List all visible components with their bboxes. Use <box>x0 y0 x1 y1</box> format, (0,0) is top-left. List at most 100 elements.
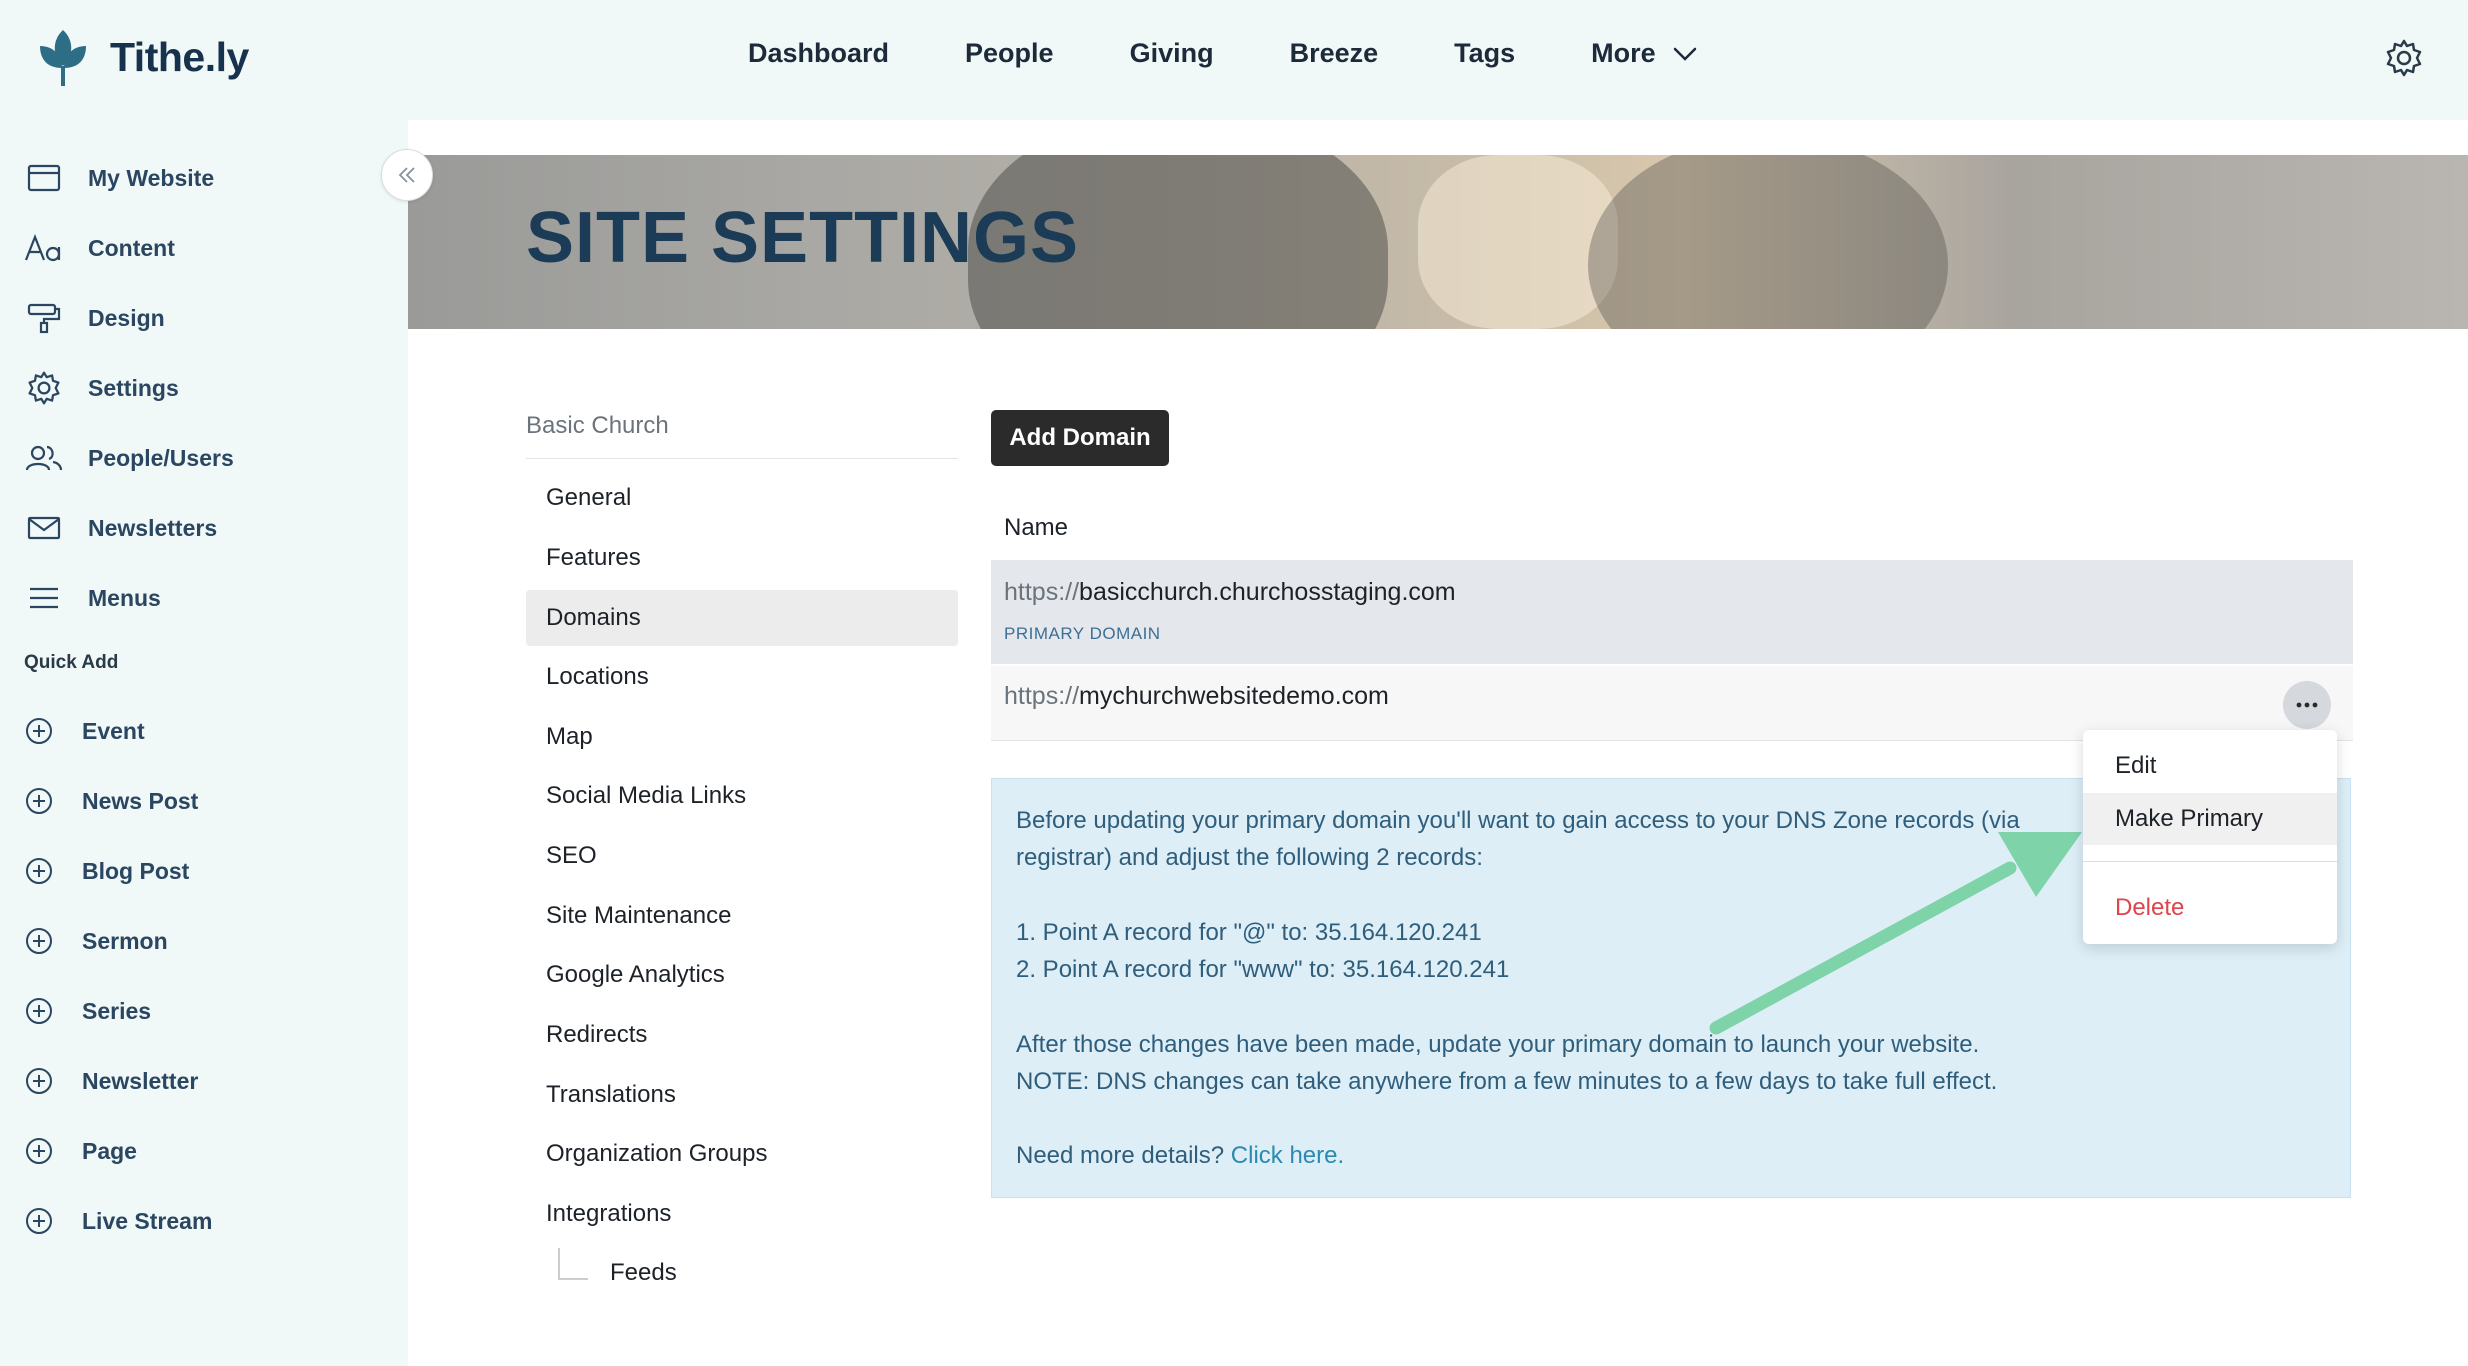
sidebar-item-label: Menus <box>88 584 161 611</box>
plus-circle-icon <box>26 718 52 744</box>
sidebar-item-design[interactable]: Design <box>24 300 165 336</box>
info-text: 1. Point A record for "@" to: 35.164.120… <box>1016 919 1482 946</box>
logo[interactable]: Tithe.ly <box>34 26 249 88</box>
chevron-down-icon <box>1673 47 1696 61</box>
settings-nav-seo[interactable]: SEO <box>526 828 958 884</box>
browser-window-icon <box>24 160 64 196</box>
plus-circle-icon <box>26 1068 52 1094</box>
quick-add-label: Blog Post <box>82 857 190 884</box>
click-here-link[interactable]: Click here. <box>1231 1142 1344 1169</box>
top-bar: Tithe.ly Dashboard People Giving Breeze … <box>0 0 2468 120</box>
sidebar-item-newsletters[interactable]: Newsletters <box>24 510 217 546</box>
menu-item-make-primary[interactable]: Make Primary <box>2083 793 2337 845</box>
settings-nav-map[interactable]: Map <box>526 709 958 765</box>
page-title: SITE SETTINGS <box>526 198 1080 278</box>
logo-text: Tithe.ly <box>110 33 249 80</box>
settings-nav-feeds[interactable]: Feeds <box>590 1245 910 1301</box>
collapse-sidebar-button[interactable] <box>381 149 433 201</box>
gear-icon[interactable] <box>2384 38 2424 78</box>
nav-tags[interactable]: Tags <box>1454 38 1515 69</box>
info-text: registrar) and adjust the following 2 re… <box>1016 844 1483 871</box>
quick-add-label: Live Stream <box>82 1207 213 1234</box>
info-text: Before updating your primary domain you'… <box>1016 807 2020 834</box>
sidebar-item-label: Content <box>88 234 175 261</box>
quick-add-news-post[interactable]: News Post <box>24 786 198 816</box>
domain-url: https://basicchurch.churchosstaging.com <box>1004 578 1456 606</box>
settings-nav-integrations[interactable]: Integrations <box>526 1186 958 1242</box>
quick-add-newsletter[interactable]: Newsletter <box>24 1066 198 1096</box>
sidebar: My Website Content Design Settings Peopl… <box>0 120 408 1366</box>
sidebar-item-my-website[interactable]: My Website <box>24 160 214 196</box>
settings-nav-translations[interactable]: Translations <box>526 1067 958 1123</box>
leaf-logo-icon <box>40 30 86 86</box>
settings-nav-social-media-links[interactable]: Social Media Links <box>526 768 958 824</box>
quick-add-heading: Quick Add <box>24 652 119 673</box>
quick-add-label: Newsletter <box>82 1067 199 1094</box>
add-domain-button[interactable]: Add Domain <box>991 410 1169 466</box>
sidebar-item-label: Settings <box>88 374 179 401</box>
text-aa-icon <box>24 230 64 266</box>
table-row[interactable]: https://basicchurch.churchosstaging.com … <box>991 560 2353 664</box>
gear-icon <box>24 370 64 406</box>
settings-nav-redirects[interactable]: Redirects <box>526 1007 958 1063</box>
more-dots-icon <box>2296 702 2318 708</box>
info-text: After those changes have been made, upda… <box>1016 1031 1980 1058</box>
row-actions-button[interactable] <box>2283 681 2331 729</box>
primary-domain-badge: PRIMARY DOMAIN <box>1004 624 1161 643</box>
sidebar-item-settings[interactable]: Settings <box>24 370 179 406</box>
nav-breeze[interactable]: Breeze <box>1290 38 1379 69</box>
hero-image-shape <box>1588 155 1948 329</box>
settings-nav-organization-groups[interactable]: Organization Groups <box>526 1126 958 1182</box>
hero-image-light <box>1418 155 1618 329</box>
nav-dashboard[interactable]: Dashboard <box>748 38 889 69</box>
sidebar-item-label: People/Users <box>88 444 234 471</box>
plus-circle-icon <box>26 1208 52 1234</box>
plus-circle-icon <box>26 998 52 1024</box>
menu-item-delete[interactable]: Delete <box>2083 882 2337 934</box>
settings-nav-site-maintenance[interactable]: Site Maintenance <box>526 888 958 944</box>
envelope-icon <box>24 510 64 546</box>
column-header-name: Name <box>1004 514 1069 541</box>
quick-add-blog-post[interactable]: Blog Post <box>24 856 189 886</box>
quick-add-label: Sermon <box>82 927 168 954</box>
nav-people[interactable]: People <box>965 38 1054 69</box>
info-more-details: Need more details? Click here. <box>1016 1142 1345 1169</box>
hamburger-icon <box>24 580 64 616</box>
nav-more[interactable]: More <box>1591 38 1698 69</box>
settings-nav-general[interactable]: General <box>526 470 958 526</box>
nav-more-label: More <box>1591 38 1656 68</box>
menu-item-edit[interactable]: Edit <box>2083 740 2337 792</box>
top-nav: Dashboard People Giving Breeze Tags More <box>748 38 1698 69</box>
settings-nav-domains[interactable]: Domains <box>526 590 958 646</box>
quick-add-label: Page <box>82 1137 137 1164</box>
settings-nav-locations[interactable]: Locations <box>526 649 958 705</box>
sidebar-item-content[interactable]: Content <box>24 230 175 266</box>
info-text: 2. Point A record for "www" to: 35.164.1… <box>1016 956 1510 983</box>
quick-add-series[interactable]: Series <box>24 996 151 1026</box>
quick-add-label: Series <box>82 997 152 1024</box>
nav-giving[interactable]: Giving <box>1130 38 1214 69</box>
sidebar-item-label: Newsletters <box>88 514 218 541</box>
double-chevron-left-icon <box>398 167 415 183</box>
info-text: NOTE: DNS changes can take anywhere from… <box>1016 1068 1998 1095</box>
row-actions-menu: Edit Make Primary Delete <box>2083 730 2337 944</box>
quick-add-label: Event <box>82 717 145 744</box>
sidebar-item-menus[interactable]: Menus <box>24 580 161 616</box>
settings-nav-google-analytics[interactable]: Google Analytics <box>526 947 958 1003</box>
settings-nav-header: Basic Church <box>526 412 958 459</box>
quick-add-label: News Post <box>82 787 199 814</box>
quick-add-event[interactable]: Event <box>24 716 145 746</box>
tree-branch-line <box>558 1248 588 1280</box>
plus-circle-icon <box>26 1138 52 1164</box>
quick-add-page[interactable]: Page <box>24 1136 137 1166</box>
sidebar-item-label: Design <box>88 304 165 331</box>
hero-banner: SITE SETTINGS <box>408 155 2468 329</box>
sidebar-item-label: My Website <box>88 164 215 191</box>
quick-add-live-stream[interactable]: Live Stream <box>24 1206 212 1236</box>
quick-add-sermon[interactable]: Sermon <box>24 926 168 956</box>
users-icon <box>24 440 64 476</box>
settings-nav-features[interactable]: Features <box>526 530 958 586</box>
domain-url: https://mychurchwebsitedemo.com <box>1004 682 1389 710</box>
sidebar-item-people-users[interactable]: People/Users <box>24 440 234 476</box>
paint-roller-icon <box>24 300 64 336</box>
